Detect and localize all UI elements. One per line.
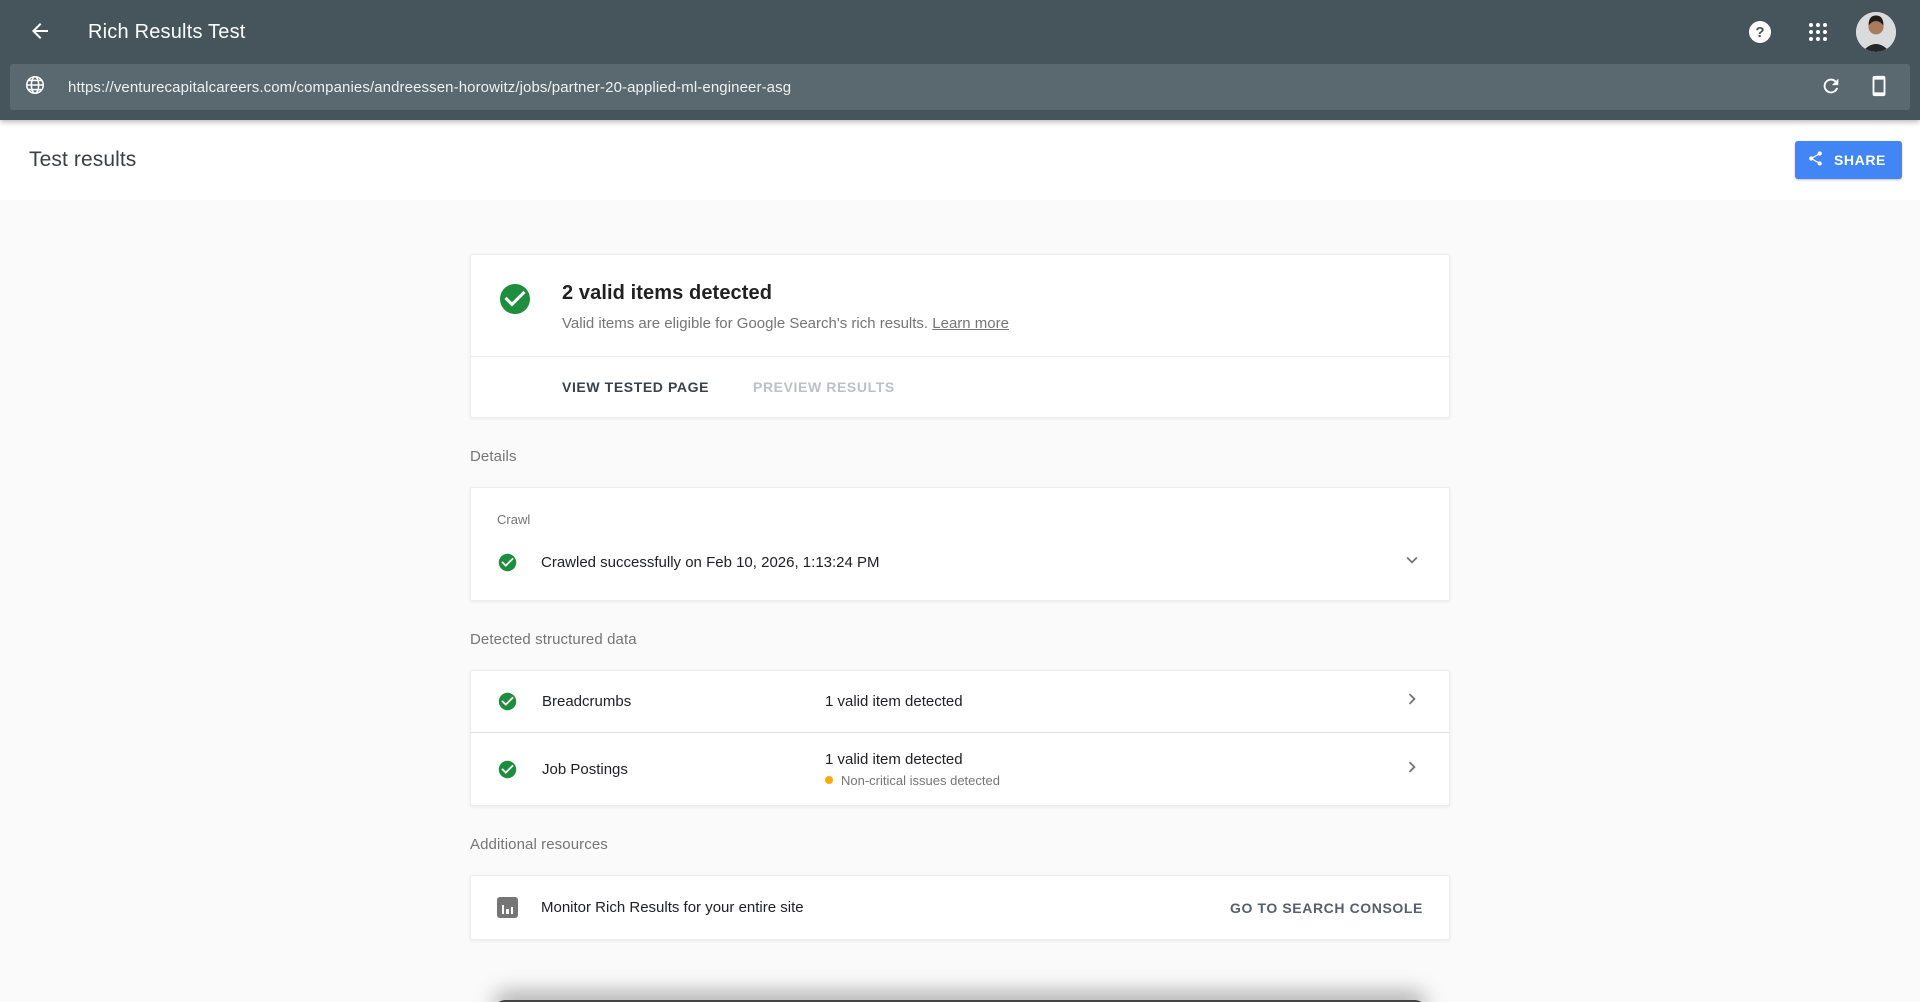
chevron-right-icon: [1401, 756, 1423, 783]
url-text: https://venturecapitalcareers.com/compan…: [68, 79, 1818, 96]
help-button[interactable]: ?: [1740, 12, 1780, 52]
url-row: https://venturecapitalcareers.com/compan…: [0, 64, 1920, 110]
app-bar: Rich Results Test ?: [0, 0, 1920, 64]
back-button[interactable]: [20, 12, 60, 52]
success-check-icon: [497, 281, 533, 317]
app-title: Rich Results Test: [88, 21, 246, 44]
globe-icon: [24, 74, 46, 101]
share-button[interactable]: SHARE: [1795, 141, 1902, 179]
warning-text: Non-critical issues detected: [841, 773, 1000, 788]
learn-more-link[interactable]: Learn more: [932, 315, 1009, 332]
page-title: Test results: [29, 148, 1795, 172]
content-area: 2 valid items detected Valid items are e…: [0, 200, 1920, 940]
help-icon: ?: [1749, 21, 1771, 43]
header-block: Rich Results Test ?: [0, 0, 1920, 120]
additional-resources-card: Monitor Rich Results for your entire sit…: [470, 875, 1450, 940]
structured-data-name: Breadcrumbs: [542, 693, 825, 710]
results-header: Test results SHARE: [0, 120, 1920, 200]
smartphone-icon: [1868, 75, 1890, 100]
row-success-check-icon: [497, 759, 518, 780]
additional-resources-section-label: Additional resources: [470, 836, 1450, 853]
crawl-label: Crawl: [497, 512, 1423, 527]
structured-data-warning: Non-critical issues detected: [825, 773, 1401, 788]
structured-data-status: 1 valid item detected: [825, 693, 1401, 710]
go-to-search-console-link[interactable]: GO TO SEARCH CONSOLE: [1230, 900, 1423, 916]
preview-results-button: PREVIEW RESULTS: [753, 371, 895, 403]
back-arrow-icon: [28, 19, 52, 46]
structured-data-status: 1 valid item detected: [825, 751, 1401, 768]
view-tested-page-button[interactable]: VIEW TESTED PAGE: [562, 371, 709, 403]
summary-card: 2 valid items detected Valid items are e…: [470, 254, 1450, 418]
crawl-status-text: Crawled successfully on Feb 10, 2026, 1:…: [541, 554, 1401, 571]
structured-data-card: Breadcrumbs 1 valid item detected Job Po…: [470, 670, 1450, 806]
share-icon: [1807, 150, 1824, 170]
resource-label: Monitor Rich Results for your entire sit…: [541, 899, 1230, 916]
smartphone-button[interactable]: [1866, 74, 1892, 100]
bar-chart-icon: [497, 897, 518, 918]
structured-data-row-job-postings[interactable]: Job Postings 1 valid item detected Non-c…: [471, 733, 1449, 805]
chevron-right-icon: [1401, 688, 1423, 715]
summary-title: 2 valid items detected: [562, 282, 1009, 305]
row-success-check-icon: [497, 691, 518, 712]
apps-menu-button[interactable]: [1798, 12, 1838, 52]
structured-data-section-label: Detected structured data: [470, 631, 1450, 648]
structured-data-name: Job Postings: [542, 761, 825, 778]
structured-data-row-breadcrumbs[interactable]: Breadcrumbs 1 valid item detected: [471, 671, 1449, 732]
refresh-icon: [1820, 75, 1842, 100]
details-section-label: Details: [470, 448, 1450, 465]
chevron-down-icon[interactable]: [1401, 549, 1423, 576]
url-bar[interactable]: https://venturecapitalcareers.com/compan…: [10, 64, 1910, 110]
avatar[interactable]: [1856, 12, 1896, 52]
crawl-status-row[interactable]: Crawled successfully on Feb 10, 2026, 1:…: [497, 549, 1423, 576]
share-button-label: SHARE: [1834, 152, 1886, 168]
summary-subtitle: Valid items are eligible for Google Sear…: [562, 315, 928, 332]
warning-dot-icon: [825, 776, 833, 784]
apps-grid-icon: [1809, 23, 1827, 41]
crawl-card: Crawl Crawled successfully on Feb 10, 20…: [470, 487, 1450, 601]
crawl-success-check-icon: [497, 552, 518, 573]
refresh-button[interactable]: [1818, 74, 1844, 100]
